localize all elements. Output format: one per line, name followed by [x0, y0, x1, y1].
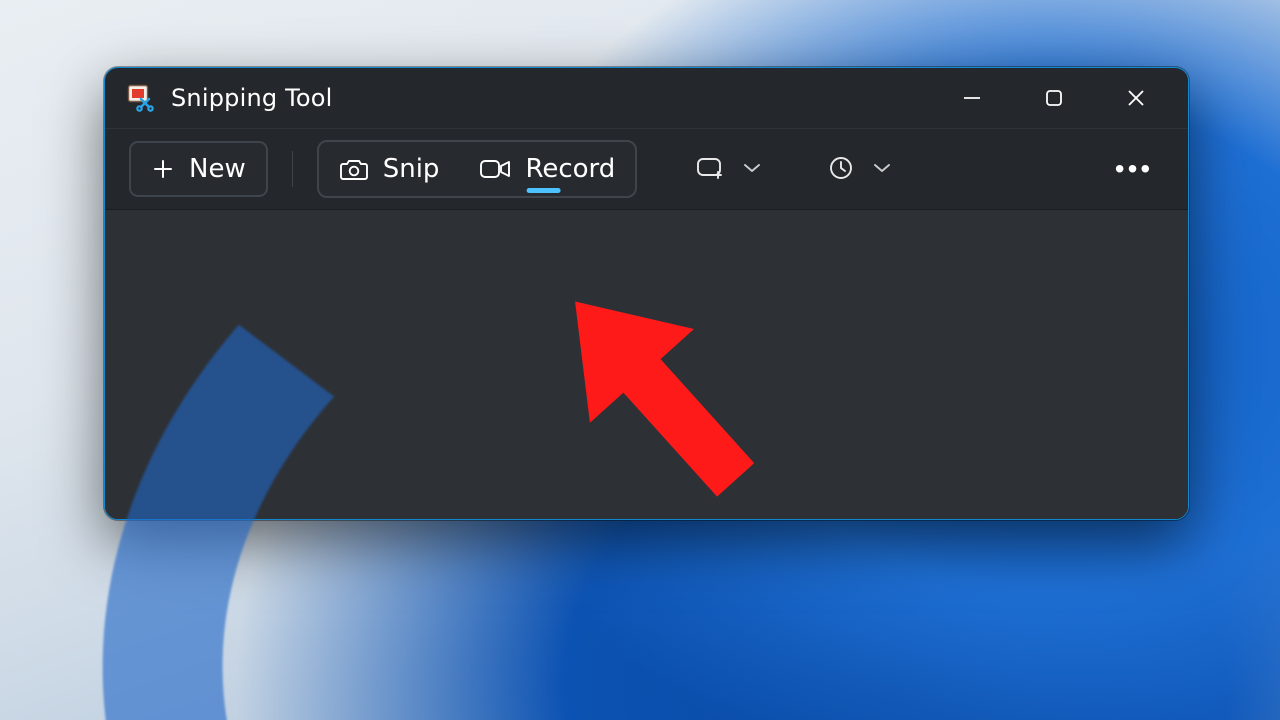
clock-icon [827, 154, 855, 185]
close-icon [1125, 87, 1147, 109]
maximize-icon [1043, 87, 1065, 109]
toolbar: New Snip Recor [105, 128, 1188, 210]
new-button[interactable]: New [129, 141, 268, 197]
snip-mode-label: Snip [383, 154, 440, 184]
video-icon [479, 157, 511, 181]
camera-icon [339, 156, 369, 182]
window-controls [934, 74, 1174, 122]
delay-dropdown[interactable] [817, 141, 901, 197]
titlebar[interactable]: Snipping Tool [105, 68, 1188, 128]
chevron-down-icon [873, 162, 891, 177]
app-title: Snipping Tool [171, 84, 333, 112]
snipping-tool-window: Snipping Tool [104, 67, 1189, 520]
snip-shape-dropdown[interactable] [685, 141, 771, 197]
chevron-down-icon [743, 162, 761, 177]
mode-toggle-group: Snip Record [317, 140, 638, 198]
rectangle-mode-icon [695, 155, 725, 184]
plus-icon [151, 157, 175, 181]
snip-mode-button[interactable]: Snip [319, 142, 460, 196]
close-button[interactable] [1098, 74, 1174, 122]
snipping-tool-icon [127, 84, 155, 112]
record-mode-label: Record [525, 154, 615, 184]
more-icon: ••• [1115, 153, 1153, 185]
new-button-label: New [189, 154, 246, 184]
capture-stage [105, 210, 1188, 519]
minimize-button[interactable] [934, 74, 1010, 122]
record-mode-button[interactable]: Record [459, 142, 635, 196]
more-options-button[interactable]: ••• [1106, 141, 1162, 197]
toolbar-separator [292, 151, 293, 187]
minimize-icon [961, 87, 983, 109]
maximize-button[interactable] [1016, 74, 1092, 122]
